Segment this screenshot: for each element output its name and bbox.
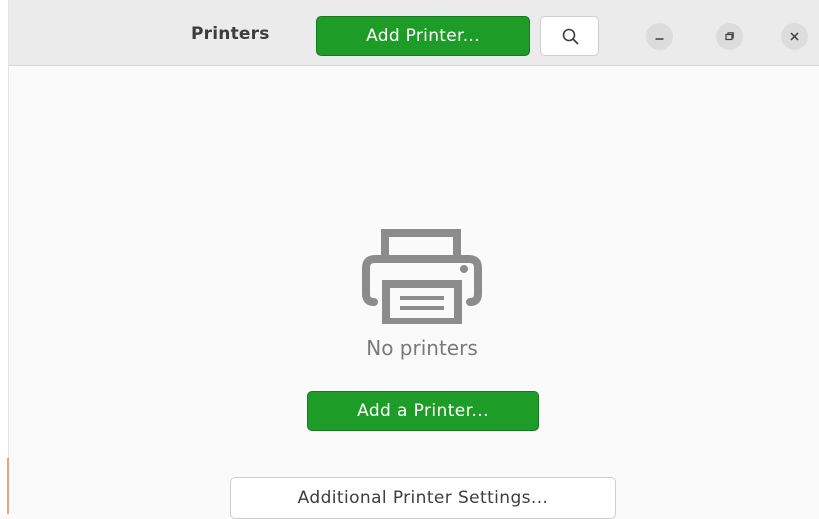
printer-icon <box>362 229 482 324</box>
printers-window: Printers Add Printer... No printers Add … <box>9 0 819 519</box>
desktop-edge <box>0 0 9 514</box>
close-icon <box>790 32 799 41</box>
add-printer-button[interactable]: Add Printer... <box>316 16 530 56</box>
additional-printer-settings-button[interactable]: Additional Printer Settings... <box>230 477 616 519</box>
restore-icon <box>725 32 734 41</box>
empty-state-message: No printers <box>366 336 478 360</box>
search-icon <box>562 28 579 45</box>
close-button[interactable] <box>781 23 808 50</box>
restore-button[interactable] <box>716 23 743 50</box>
headerbar: Printers Add Printer... <box>9 0 819 66</box>
add-a-printer-button[interactable]: Add a Printer... <box>307 391 539 431</box>
search-button[interactable] <box>540 16 599 56</box>
window-title: Printers <box>191 24 270 44</box>
minimize-icon <box>655 38 664 40</box>
minimize-button[interactable] <box>646 23 673 50</box>
